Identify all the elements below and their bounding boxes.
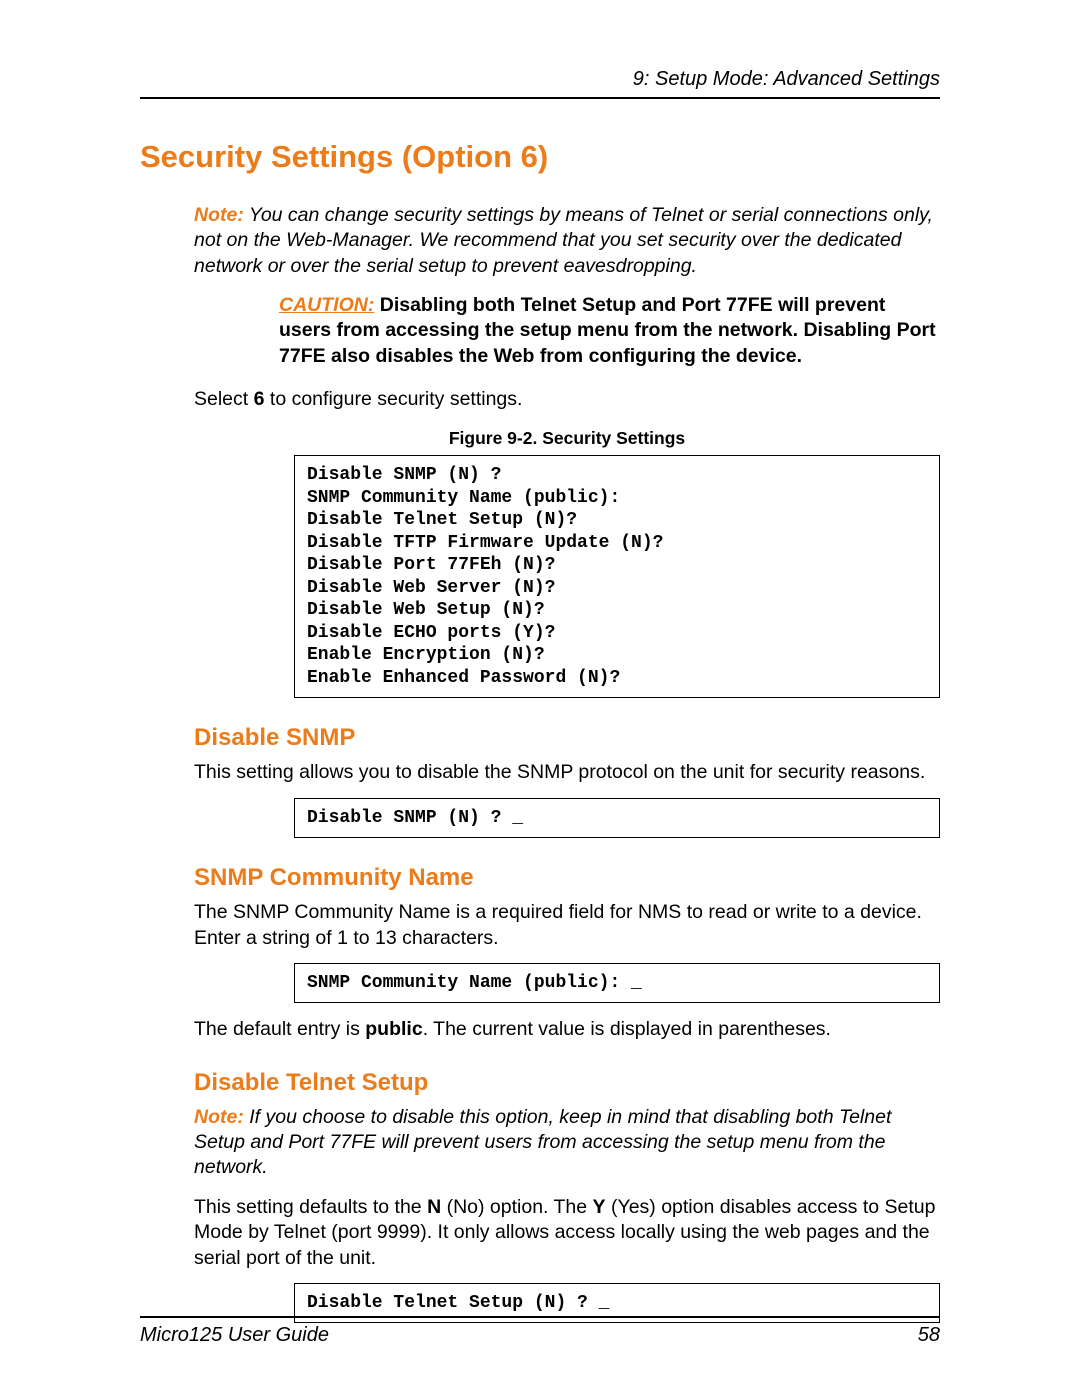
- code-block-snmp: Disable SNMP (N) ? _: [294, 798, 940, 839]
- figure-caption: Figure 9-2. Security Settings: [194, 428, 940, 449]
- page-title: Security Settings (Option 6): [140, 139, 940, 175]
- note-block: Note: If you choose to disable this opti…: [194, 1105, 940, 1181]
- text-bold: Y: [593, 1196, 606, 1218]
- text-bold: public: [365, 1018, 422, 1040]
- section-body-after: The default entry is public. The current…: [194, 1017, 940, 1042]
- note-label: Note:: [194, 204, 244, 226]
- caution-body: Disabling both Telnet Setup and Port 77F…: [279, 294, 936, 367]
- section-heading-snmp-community: SNMP Community Name: [194, 864, 940, 892]
- text-suffix: to configure security settings.: [264, 388, 522, 410]
- section-body: This setting defaults to the N (No) opti…: [194, 1195, 940, 1271]
- footer-page-number: 58: [918, 1324, 940, 1347]
- text-bold: 6: [254, 388, 265, 410]
- text-mid: (No) option. The: [441, 1196, 592, 1218]
- footer-rule: [140, 1316, 940, 1318]
- text-bold: N: [427, 1196, 441, 1218]
- code-block-community: SNMP Community Name (public): _: [294, 963, 940, 1004]
- text-suffix: . The current value is displayed in pare…: [423, 1018, 831, 1040]
- note-body: If you choose to disable this option, ke…: [194, 1106, 891, 1179]
- note-body: You can change security settings by mean…: [194, 204, 933, 277]
- chapter-header: 9: Setup Mode: Advanced Settings: [140, 68, 940, 91]
- text-prefix: The default entry is: [194, 1018, 365, 1040]
- footer-guide-name: Micro125 User Guide: [140, 1324, 329, 1347]
- caution-label: CAUTION:: [279, 294, 374, 316]
- caution-block: CAUTION: Disabling both Telnet Setup and…: [279, 293, 940, 369]
- code-block-main: Disable SNMP (N) ? SNMP Community Name (…: [294, 455, 940, 698]
- text-prefix: Select: [194, 388, 254, 410]
- text-prefix: This setting defaults to the: [194, 1196, 427, 1218]
- section-body: The SNMP Community Name is a required fi…: [194, 900, 940, 951]
- note-label: Note:: [194, 1106, 244, 1128]
- select-instruction: Select 6 to configure security settings.: [194, 387, 940, 412]
- header-rule: [140, 97, 940, 99]
- footer: Micro125 User Guide 58: [140, 1316, 940, 1347]
- section-heading-disable-telnet: Disable Telnet Setup: [194, 1069, 940, 1097]
- section-heading-disable-snmp: Disable SNMP: [194, 724, 940, 752]
- page: 9: Setup Mode: Advanced Settings Securit…: [0, 0, 1080, 1397]
- note-block: Note: You can change security settings b…: [194, 203, 940, 279]
- section-body: This setting allows you to disable the S…: [194, 760, 940, 785]
